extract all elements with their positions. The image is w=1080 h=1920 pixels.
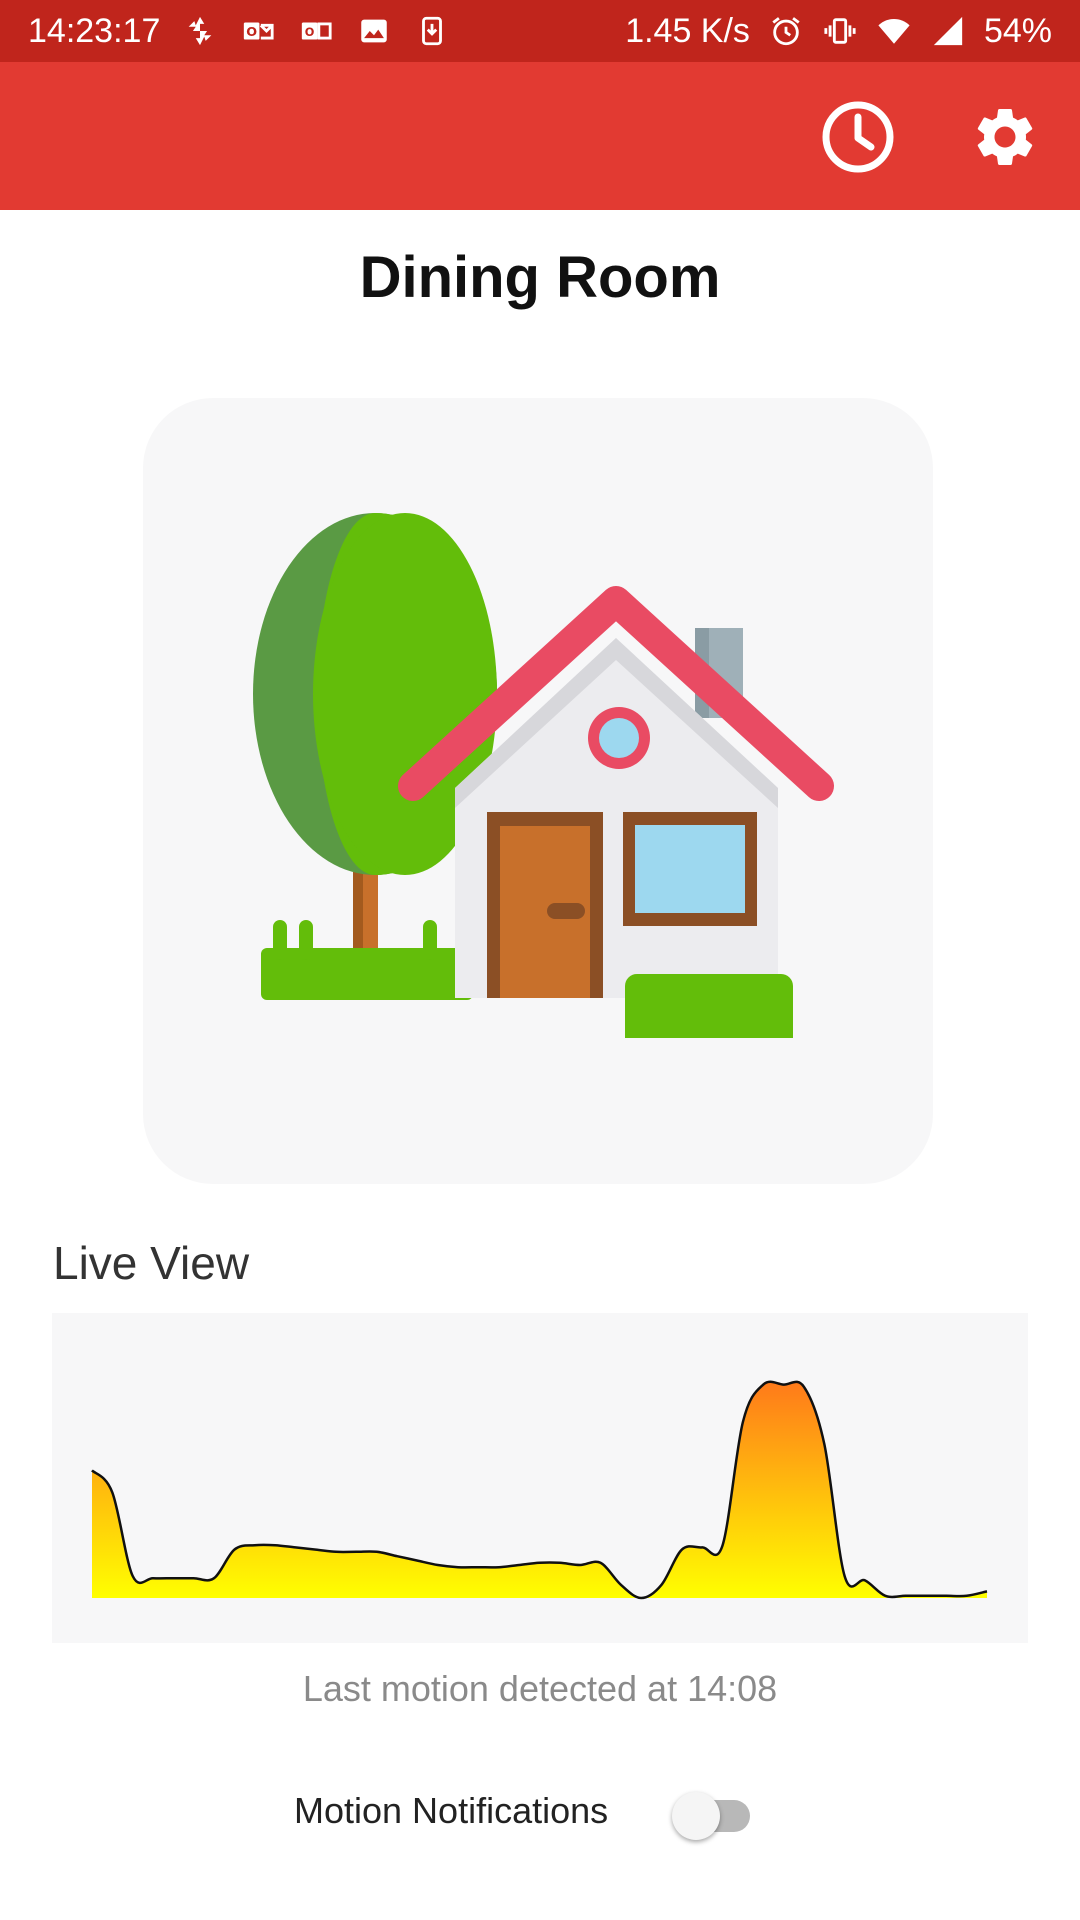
app-bar	[0, 62, 1080, 210]
history-icon	[822, 101, 894, 173]
toggle-thumb	[672, 1792, 720, 1840]
image-icon	[356, 13, 392, 49]
battery-level: 54%	[983, 11, 1052, 50]
pinwheel-icon	[182, 13, 218, 49]
settings-icon	[977, 108, 1033, 165]
outlook-icon: O	[240, 13, 276, 49]
motion-notifications-row: Motion Notifications	[0, 1780, 1080, 1850]
house-illustration-icon	[253, 513, 834, 1038]
signal-icon	[930, 13, 966, 49]
live-view-chart	[52, 1313, 1028, 1643]
wifi-icon	[876, 13, 912, 49]
download-icon	[414, 13, 450, 49]
motion-notifications-toggle[interactable]	[672, 1788, 758, 1842]
history-button[interactable]	[820, 99, 896, 175]
network-speed: 1.45 K/s	[625, 11, 750, 50]
status-bar: 14:23:17 O O 1.45 K/s 54%	[0, 0, 1080, 62]
motion-activity-chart	[91, 1380, 988, 1600]
svg-text:O: O	[247, 25, 258, 40]
live-view-label: Live View	[53, 1237, 250, 1289]
motion-notifications-label: Motion Notifications	[294, 1790, 609, 1831]
alarm-icon	[768, 13, 804, 49]
last-motion-text: Last motion detected at 14:08	[302, 1668, 778, 1709]
page-title: Dining Room	[359, 245, 721, 310]
vibrate-icon	[822, 13, 858, 49]
svg-text:O: O	[305, 25, 315, 39]
room-illustration-card	[143, 398, 933, 1184]
status-time: 14:23:17	[28, 11, 161, 50]
office-icon: O	[298, 13, 334, 49]
settings-button[interactable]	[967, 99, 1043, 175]
motion-area	[92, 1381, 987, 1598]
